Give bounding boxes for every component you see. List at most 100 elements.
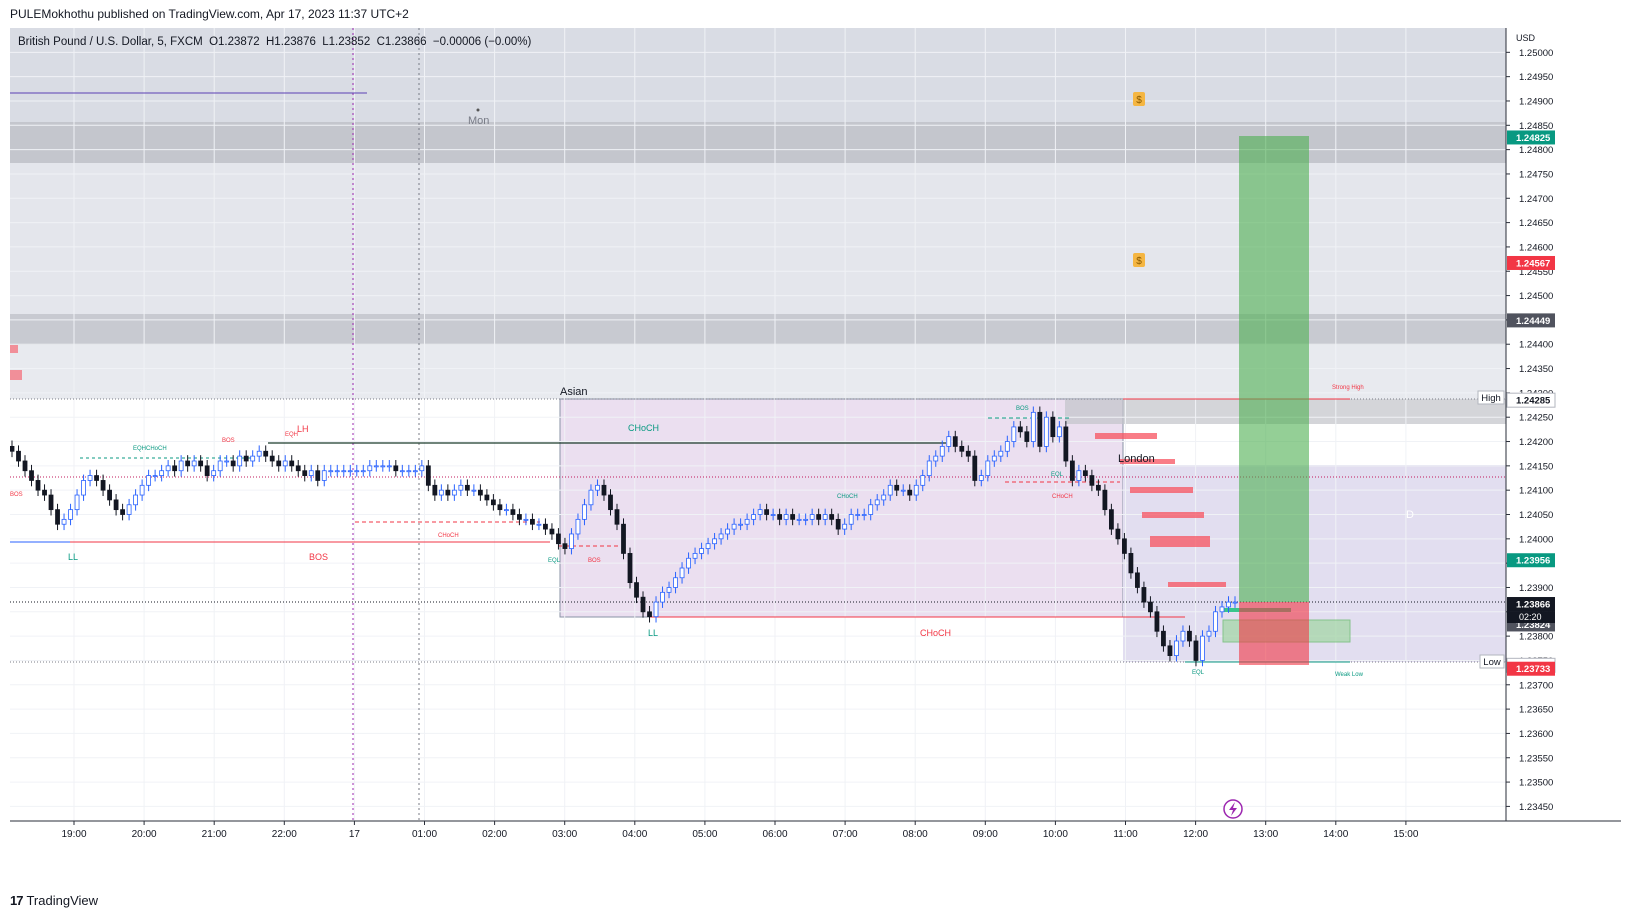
x-tick-label: 17	[349, 829, 361, 840]
svg-text:$: $	[1136, 256, 1142, 267]
y-tick-label: 1.24850	[1519, 121, 1553, 132]
candle-body	[217, 460, 223, 472]
dividend-icon: $	[1133, 253, 1145, 267]
candle-body	[985, 460, 991, 476]
y-tick-label: 1.23500	[1519, 778, 1553, 789]
candle-body	[783, 514, 789, 520]
x-tick-label: 12:00	[1183, 829, 1208, 840]
candle-body	[477, 489, 483, 496]
structure-label: CHoCH	[1052, 494, 1073, 500]
candle-body	[113, 499, 119, 511]
candle-body	[764, 509, 770, 515]
long-position-target[interactable]	[1239, 136, 1309, 602]
candle-body	[126, 504, 132, 515]
candle-body	[517, 514, 522, 520]
candle-body	[289, 460, 295, 467]
candle-body	[601, 484, 607, 496]
candle-body	[1206, 630, 1212, 637]
candle-body	[881, 494, 887, 501]
price-label: 1.23866	[1516, 600, 1550, 611]
candle-body	[855, 514, 861, 516]
candle-body	[946, 436, 952, 447]
candle-body	[666, 587, 672, 593]
candle-body	[751, 514, 757, 520]
x-tick-label: 08:00	[903, 829, 928, 840]
candle-body	[1180, 630, 1186, 642]
y-tick-label: 1.24250	[1519, 413, 1553, 424]
candle-body	[412, 470, 418, 473]
x-tick-label: 03:00	[552, 829, 577, 840]
candle-body	[1213, 611, 1218, 632]
candle-body	[328, 470, 334, 473]
y-tick-label: 1.24150	[1519, 461, 1553, 472]
candle-body	[530, 518, 535, 525]
candle-body	[1102, 489, 1108, 511]
candle-body	[438, 489, 444, 496]
countdown-label: 02:20	[1519, 612, 1542, 622]
candle-body	[373, 465, 379, 468]
candle-body	[588, 489, 594, 506]
candle-body	[451, 489, 457, 496]
candle-body	[874, 499, 880, 506]
publisher-line: PULEMokhothu published on TradingView.co…	[10, 7, 409, 21]
structure-label: LL	[68, 552, 78, 562]
low-tag-label: Low	[1483, 657, 1501, 668]
candle-body	[237, 455, 243, 467]
candle-body	[1063, 426, 1069, 462]
long-position-stop[interactable]	[1239, 602, 1309, 665]
structure-label: Weak Low	[1335, 672, 1364, 678]
y-tick-label: 1.24200	[1519, 437, 1553, 448]
candle-body	[295, 465, 301, 472]
price-chart[interactable]: $ $ LL BOS LL CHoCH CHoCH LHEQH EQHCHoCH BOS BOS…	[10, 28, 1621, 898]
candle-body	[991, 455, 997, 462]
candle-body	[731, 523, 737, 530]
candle-body	[367, 465, 373, 472]
candle-body	[347, 470, 353, 473]
candle-body	[549, 528, 555, 535]
candle-body	[790, 514, 796, 520]
candle-body	[269, 455, 275, 462]
candle-body	[796, 518, 802, 521]
y-tick-label: 1.23900	[1519, 583, 1553, 594]
time-axis-ticks[interactable]: 19:00 20:00 21:00 22:00 17 01:00 02:00 03:00 04:…	[61, 821, 1419, 840]
candle-body	[159, 470, 165, 476]
chart-area[interactable]: $ $ LL BOS LL CHoCH CHoCH LH EQH EQHCHoCH BOS BOS…	[10, 28, 1621, 898]
x-tick-label: 04:00	[622, 829, 647, 840]
price-label: 1.24825	[1516, 133, 1551, 144]
candle-body	[933, 455, 939, 462]
candle-body	[705, 543, 711, 549]
candle-body	[1017, 426, 1023, 433]
candle-body	[354, 470, 360, 473]
tradingview-logo[interactable]: 17 TradingView	[10, 893, 98, 908]
candle-body	[68, 509, 73, 520]
structure-label: BOS	[588, 558, 601, 564]
candle-body	[1122, 538, 1127, 554]
y-tick-label: 1.24500	[1519, 291, 1553, 302]
candle-body	[139, 484, 145, 496]
candle-body	[100, 480, 106, 491]
candle-body	[386, 465, 392, 468]
candle-body	[204, 465, 210, 476]
candle-body	[152, 475, 158, 477]
candle-body	[61, 518, 67, 525]
candle-body	[978, 475, 984, 481]
x-tick-label: 02:00	[482, 829, 507, 840]
candle-body	[1226, 601, 1231, 608]
y-tick-label: 1.24400	[1519, 340, 1553, 351]
session-label-d: D	[1406, 509, 1414, 521]
candle-body	[165, 465, 171, 472]
candle-body	[1050, 416, 1056, 438]
structure-label: EQL	[548, 558, 561, 564]
x-tick-label: 13:00	[1253, 829, 1278, 840]
structure-label: BOS	[222, 438, 235, 444]
candle-body	[146, 475, 152, 486]
candle-body	[1167, 645, 1173, 656]
candle-body	[380, 465, 386, 468]
lightning-icon[interactable]	[1223, 799, 1243, 819]
candle-body	[55, 509, 60, 525]
symbol-legend[interactable]: British Pound / U.S. Dollar, 5, FXCM O1.…	[18, 36, 531, 48]
structure-label: EQL	[1192, 670, 1205, 676]
dividend-icon: $	[1133, 92, 1145, 106]
candle-body	[699, 548, 704, 554]
candle-body	[29, 470, 34, 481]
